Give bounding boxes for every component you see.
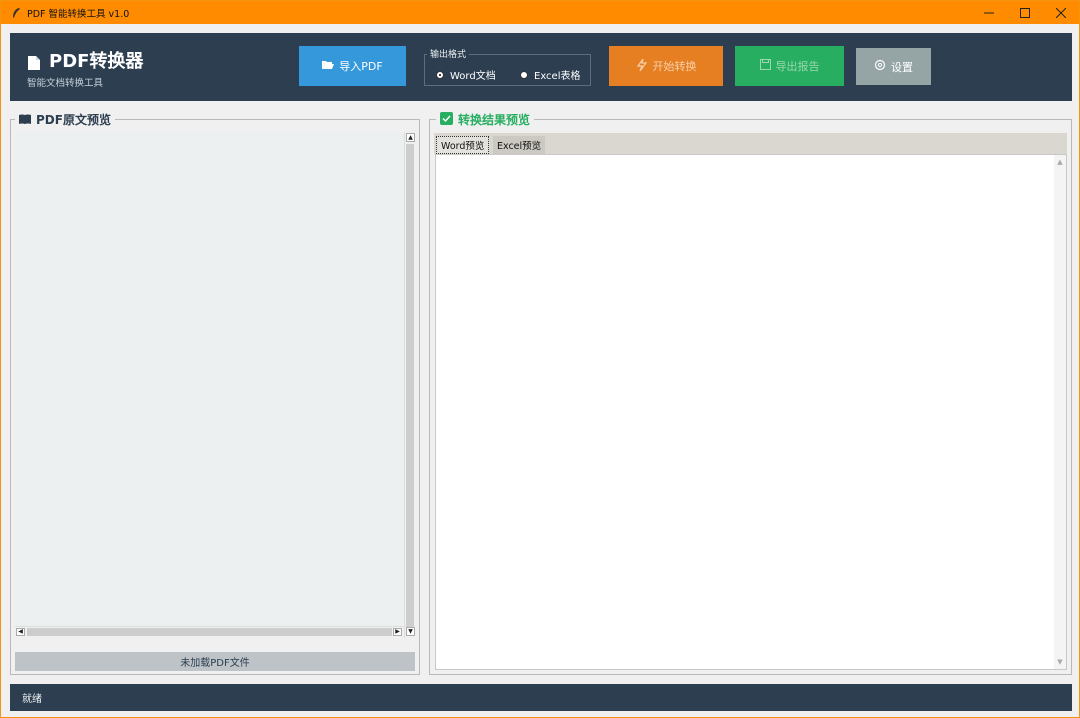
scroll-up-arrow[interactable]: ▲ (1056, 158, 1064, 166)
tab-excel-preview[interactable]: Excel预览 (493, 136, 546, 154)
app-header: PDF转换器 智能文档转换工具 导入PDF 输出格式 Word文档 Excel表… (10, 33, 1072, 101)
radio-excel[interactable]: Excel表格 (520, 67, 581, 82)
app-window: PDF 智能转换工具 v1.0 PDF转换器 智能文档转换工具 导入PDF 输出… (0, 0, 1080, 718)
result-vertical-scrollbar[interactable]: ▲ ▼ (1054, 155, 1066, 669)
output-format-legend: 输出格式 (427, 47, 470, 60)
result-text-area[interactable]: ▲ ▼ (435, 154, 1067, 670)
app-subtitle: 智能文档转换工具 (27, 78, 104, 89)
settings-button[interactable]: 设置 (856, 48, 931, 85)
import-pdf-label: 导入PDF (339, 60, 383, 73)
pdf-horizontal-scrollbar[interactable]: ◀ ▶ (15, 626, 404, 637)
pdf-preview-title: PDF原文预览 (15, 111, 115, 128)
status-text: 就绪 (22, 694, 42, 705)
document-icon (28, 54, 40, 70)
import-pdf-button[interactable]: 导入PDF (299, 46, 406, 86)
feather-icon (9, 6, 23, 20)
maximize-button[interactable] (1007, 1, 1043, 24)
start-convert-button[interactable]: 开始转换 (609, 46, 723, 86)
lightning-icon (636, 58, 648, 74)
pdf-status-label: 未加载PDF文件 (15, 652, 415, 671)
gear-icon (874, 59, 886, 74)
scroll-down-arrow[interactable]: ▼ (1056, 658, 1064, 666)
result-preview-title-text: 转换结果预览 (458, 113, 531, 127)
close-button[interactable] (1043, 1, 1079, 24)
scroll-down-arrow[interactable]: ▼ (406, 627, 415, 636)
minimize-button[interactable] (971, 1, 1007, 24)
status-bar: 就绪 (10, 684, 1072, 711)
radio-excel-indicator (520, 70, 528, 79)
save-icon (759, 59, 771, 73)
radio-word-indicator (436, 70, 444, 79)
pdf-canvas[interactable] (15, 132, 404, 626)
pdf-preview-title-text: PDF原文预览 (36, 113, 111, 127)
scroll-right-arrow[interactable]: ▶ (393, 628, 402, 636)
output-format-group: 输出格式 Word文档 Excel表格 (424, 47, 591, 86)
pdf-preview-panel: PDF原文预览 ▲ ▼ ◀ ▶ 未加载PDF文件 (10, 111, 420, 675)
scroll-up-arrow[interactable]: ▲ (406, 133, 415, 142)
app-title: PDF转换器 (28, 47, 143, 73)
folder-open-icon (322, 60, 335, 73)
radio-excel-label: Excel表格 (534, 71, 581, 82)
radio-word[interactable]: Word文档 (436, 67, 496, 82)
title-bar[interactable]: PDF 智能转换工具 v1.0 (1, 1, 1079, 24)
app-title-text: PDF转换器 (49, 51, 144, 72)
export-report-label: 导出报告 (775, 60, 820, 73)
book-icon (19, 113, 31, 127)
scroll-thumb[interactable] (406, 144, 414, 628)
horizontal-scroll-thumb[interactable] (27, 628, 392, 636)
checkbox-icon (440, 111, 453, 128)
pdf-vertical-scrollbar[interactable]: ▲ ▼ (404, 132, 415, 638)
start-convert-label: 开始转换 (652, 60, 697, 73)
export-report-button[interactable]: 导出报告 (735, 46, 844, 86)
radio-word-label: Word文档 (450, 71, 496, 82)
settings-label: 设置 (891, 60, 913, 74)
result-preview-title: 转换结果预览 (436, 111, 535, 128)
result-tabs: Word预览 Excel预览 (434, 133, 1067, 154)
window-title: PDF 智能转换工具 v1.0 (27, 8, 130, 20)
tab-word-preview[interactable]: Word预览 (436, 136, 490, 154)
window-controls (971, 1, 1079, 24)
result-preview-panel: 转换结果预览 Word预览 Excel预览 ▲ ▼ (429, 111, 1072, 675)
scroll-left-arrow[interactable]: ◀ (16, 628, 25, 636)
